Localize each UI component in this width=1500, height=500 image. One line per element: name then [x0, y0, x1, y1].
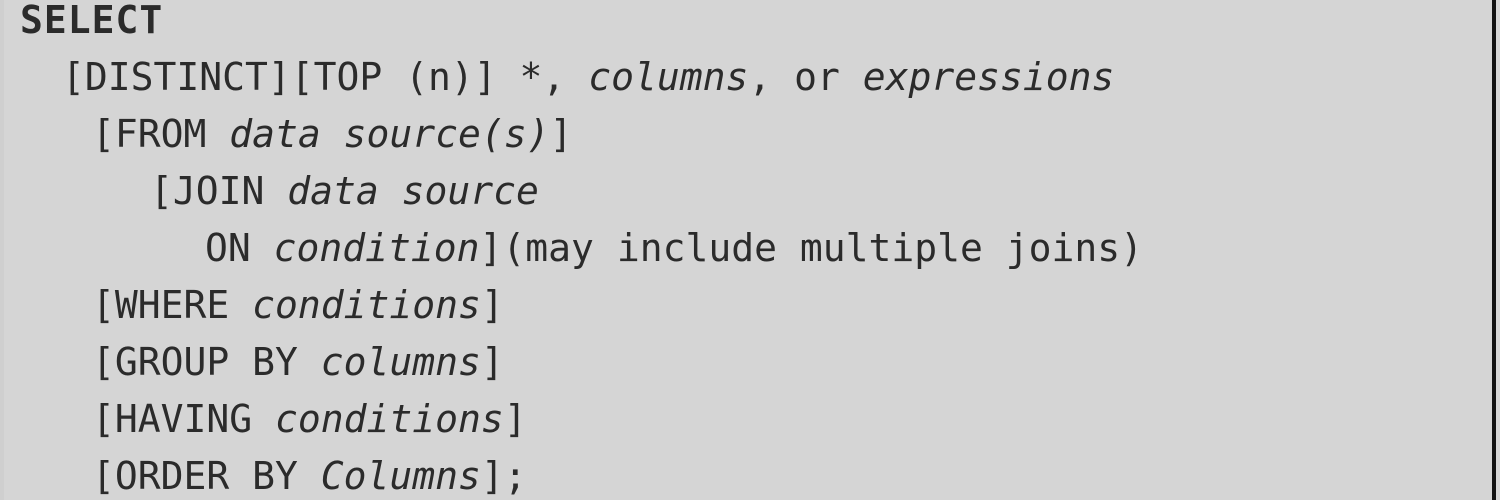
line-having-literal-0: [HAVING: [92, 397, 276, 441]
line-from-literal-2: ]: [549, 112, 573, 156]
line-from: [FROM data source(s)]: [0, 106, 1492, 163]
line-where-placeholder-1: conditions: [252, 283, 481, 327]
line-where-literal-0: [WHERE: [92, 283, 253, 327]
sql-code-block: SELECT [DISTINCT][TOP (n)] *, columns, or…: [0, 0, 1492, 500]
line-from-literal-0: [FROM: [92, 112, 230, 156]
line-join-placeholder-1: data source: [287, 169, 539, 213]
line-order-by-literal-0: [ORDER BY: [92, 454, 321, 498]
line-on-literal-2: ](may include multiple joins): [479, 226, 1144, 270]
line-join: [JOIN data source: [0, 163, 1492, 220]
line-distinct-top-literal-2: , or: [748, 55, 863, 99]
line-group-by: [GROUP BY columns]: [0, 334, 1492, 391]
line-distinct-top-placeholder-3: expressions: [862, 55, 1115, 99]
line-group-by-literal-2: ]: [480, 340, 504, 384]
line-on-placeholder-1: condition: [273, 226, 480, 270]
line-on: ON condition](may include multiple joins…: [0, 220, 1492, 277]
line-distinct-top-literal-0: [DISTINCT][TOP (n)] *,: [62, 55, 589, 99]
line-join-literal-0: [JOIN: [150, 169, 288, 213]
line-order-by: [ORDER BY Columns];: [0, 448, 1492, 500]
line-having: [HAVING conditions]: [0, 391, 1492, 448]
line-order-by-literal-2: ];: [480, 454, 527, 498]
line-having-literal-2: ]: [503, 397, 527, 441]
line-distinct-top-placeholder-1: columns: [588, 55, 749, 99]
line-distinct-top: [DISTINCT][TOP (n)] *, columns, or expre…: [0, 49, 1492, 106]
line-select-keyword: SELECT: [20, 0, 164, 42]
line-group-by-placeholder-1: columns: [320, 340, 481, 384]
line-group-by-literal-0: [GROUP BY: [92, 340, 321, 384]
line-select: SELECT: [0, 0, 1492, 49]
line-where: [WHERE conditions]: [0, 277, 1492, 334]
line-having-placeholder-1: conditions: [275, 397, 504, 441]
line-on-literal-0: ON: [205, 226, 274, 270]
sql-syntax-slide: SELECT [DISTINCT][TOP (n)] *, columns, or…: [0, 0, 1500, 500]
line-order-by-placeholder-1: Columns: [320, 454, 481, 498]
right-outer-gutter: [1496, 0, 1500, 500]
line-where-literal-2: ]: [480, 283, 504, 327]
line-from-placeholder-1: data source(s): [229, 112, 550, 156]
